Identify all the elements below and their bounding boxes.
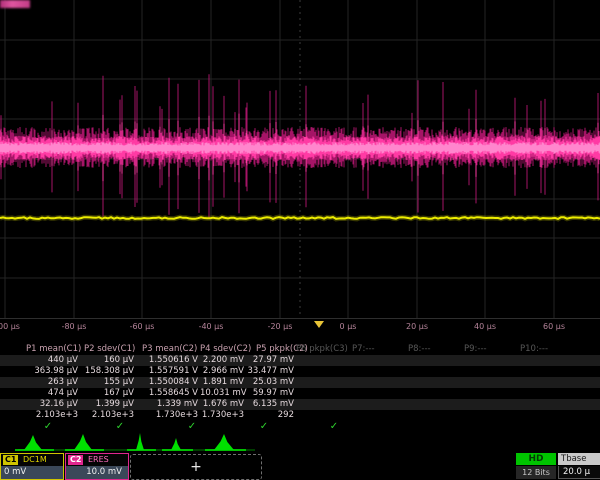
hd-mode-badge[interactable]: HD: [516, 453, 556, 465]
measure-cell: 2.200 mV: [200, 355, 244, 366]
measure-cell: 263 µV: [16, 377, 78, 388]
table-header-row: P1 mean(C1) P2 sdev(C1) P3 mean(C2) P4 s…: [0, 344, 600, 355]
c1-channel-badge: C1: [3, 455, 18, 465]
measurement-table: P1 mean(C1) P2 sdev(C1) P3 mean(C2) P4 s…: [0, 342, 600, 434]
measure-cell: 1.558645 V: [124, 388, 198, 399]
c2-vertical-scale: 10.0 mV: [66, 466, 128, 479]
measure-cell: 1.557591 V: [124, 366, 198, 377]
measurement-histicons: [0, 428, 600, 453]
measure-cell: 292: [246, 410, 294, 421]
param-header-p4[interactable]: P4 sdev(C2): [200, 344, 251, 355]
hd-bits-label: 12 Bits: [516, 466, 556, 479]
measure-cell: 440 µV: [16, 355, 78, 366]
measure-cell: 474 µV: [16, 388, 78, 399]
c2-eres-label: ERES: [88, 455, 109, 464]
table-row-min: 263 µV 155 µV 1.550084 V 1.891 mV 25.03 …: [0, 377, 600, 388]
c2-channel-badge: C2: [68, 455, 83, 465]
param-header-p7[interactable]: P7:---: [352, 344, 375, 355]
channel-c1-descriptor[interactable]: C1 DC1M 0 mV: [0, 453, 64, 480]
measure-cell: 1.676 mV: [200, 399, 244, 410]
measure-cell: 27.97 mV: [246, 355, 294, 366]
measure-cell: 33.477 mV: [246, 366, 294, 377]
waveform-canvas: [0, 0, 600, 318]
measure-cell: 59.97 mV: [246, 388, 294, 399]
timebase-value: 20.0 µ: [558, 466, 600, 479]
time-tick-label: 20 µs: [406, 322, 428, 331]
oscilloscope-screen: -100 µs -80 µs -60 µs -40 µs -20 µs 0 µs…: [0, 0, 600, 480]
measure-cell: 1.550616 V: [124, 355, 198, 366]
measure-cell: 10.031 mV: [200, 388, 244, 399]
table-row-value: 440 µV 160 µV 1.550616 V 2.200 mV 27.97 …: [0, 355, 600, 366]
measure-cell: 25.03 mV: [246, 377, 294, 388]
measure-cell: 363.98 µV: [16, 366, 78, 377]
param-header-p3[interactable]: P3 mean(C2): [142, 344, 197, 355]
measure-cell: 1.730e+3: [124, 410, 198, 421]
table-row-sdev: 32.16 µV 1.399 µV 1.339 mV 1.676 mV 6.13…: [0, 399, 600, 410]
table-row-num: 2.103e+3 2.103e+3 1.730e+3 1.730e+3 292: [0, 410, 600, 421]
c1-vertical-scale: 0 mV: [1, 466, 63, 479]
param-header-p10[interactable]: P10:---: [520, 344, 548, 355]
param-header-p6[interactable]: P6 pkpk(C3): [296, 344, 348, 355]
waveform-graticule: [0, 0, 600, 318]
measure-cell: 1.730e+3: [200, 410, 244, 421]
timebase-descriptor[interactable]: Tbase: [558, 453, 600, 465]
trigger-position-marker[interactable]: [314, 321, 324, 328]
time-tick-label: -60 µs: [130, 322, 155, 331]
channel-c2-descriptor[interactable]: C2 ERES DC1M 10.0 mV: [65, 453, 129, 480]
time-tick-label: -20 µs: [268, 322, 293, 331]
measure-cell: 2.103e+3: [16, 410, 78, 421]
measure-cell: 1.891 mV: [200, 377, 244, 388]
time-axis: -100 µs -80 µs -60 µs -40 µs -20 µs 0 µs…: [0, 319, 600, 333]
param-header-p1[interactable]: P1 mean(C1): [26, 344, 81, 355]
measure-cell: 2.966 mV: [200, 366, 244, 377]
measure-cell: 32.16 µV: [16, 399, 78, 410]
measure-cell: 1.339 mV: [124, 399, 198, 410]
table-row-max: 474 µV 167 µV 1.558645 V 10.031 mV 59.97…: [0, 388, 600, 399]
param-header-p8[interactable]: P8:---: [408, 344, 431, 355]
measure-cell: 6.135 mV: [246, 399, 294, 410]
param-header-p9[interactable]: P9:---: [464, 344, 487, 355]
time-tick-label: -80 µs: [62, 322, 87, 331]
time-tick-label: 40 µs: [474, 322, 496, 331]
param-header-p2[interactable]: P2 sdev(C1): [84, 344, 135, 355]
time-tick-label: -100 µs: [0, 322, 20, 331]
measure-cell: 1.550084 V: [124, 377, 198, 388]
time-tick-label: 0 µs: [340, 322, 357, 331]
time-tick-label: -40 µs: [199, 322, 224, 331]
trace-label-fragment: [0, 0, 30, 8]
add-trace-button[interactable]: +: [130, 454, 262, 480]
table-row-mean: 363.98 µV 158.308 µV 1.557591 V 2.966 mV…: [0, 366, 600, 377]
time-tick-label: 60 µs: [543, 322, 565, 331]
c1-coupling-label: DC1M: [23, 455, 47, 464]
